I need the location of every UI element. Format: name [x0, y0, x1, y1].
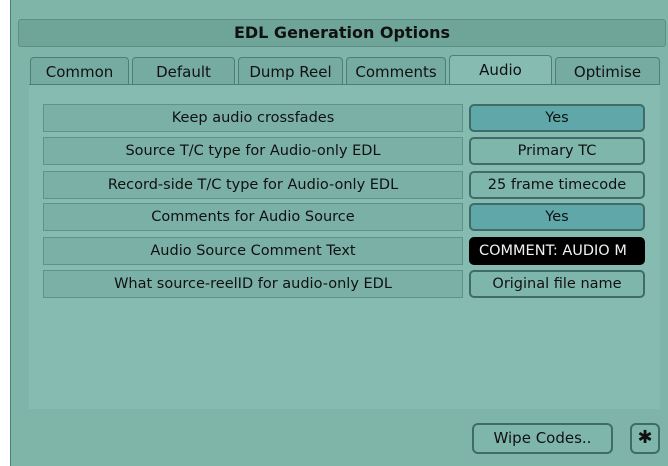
wipe-codes-button[interactable]: Wipe Codes.. — [472, 423, 613, 454]
option-value-comments-for-audio-source[interactable]: Yes — [469, 203, 645, 231]
option-label-keep-audio-crossfades: Keep audio crossfades — [43, 104, 463, 132]
option-value-record-side-tc-type[interactable]: 25 frame timecode — [469, 171, 645, 199]
tab-dump-reel[interactable]: Dump Reel — [238, 57, 343, 84]
option-label-record-side-tc-type: Record-side T/C type for Audio-only EDL — [43, 171, 463, 199]
tab-default[interactable]: Default — [132, 57, 235, 84]
asterisk-button[interactable]: ✱ — [630, 423, 660, 454]
dialog-title: EDL Generation Options — [18, 19, 666, 47]
tab-common[interactable]: Common — [30, 57, 129, 84]
option-value-source-tc-type[interactable]: Primary TC — [469, 137, 645, 165]
audio-source-comment-text-field[interactable]: COMMENT: AUDIO M — [469, 237, 645, 265]
option-value-source-reel-id[interactable]: Original file name — [469, 270, 645, 298]
option-label-source-tc-type: Source T/C type for Audio-only EDL — [43, 137, 463, 165]
tab-audio[interactable]: Audio — [449, 55, 552, 85]
tab-optimise[interactable]: Optimise — [555, 57, 660, 84]
option-value-keep-audio-crossfades[interactable]: Yes — [469, 104, 645, 132]
option-label-comments-for-audio-source: Comments for Audio Source — [43, 203, 463, 231]
tab-comments[interactable]: Comments — [346, 57, 446, 84]
option-label-source-reel-id: What source-reelID for audio-only EDL — [43, 270, 463, 298]
asterisk-icon: ✱ — [637, 427, 653, 448]
option-label-audio-source-comment-text: Audio Source Comment Text — [43, 237, 463, 265]
